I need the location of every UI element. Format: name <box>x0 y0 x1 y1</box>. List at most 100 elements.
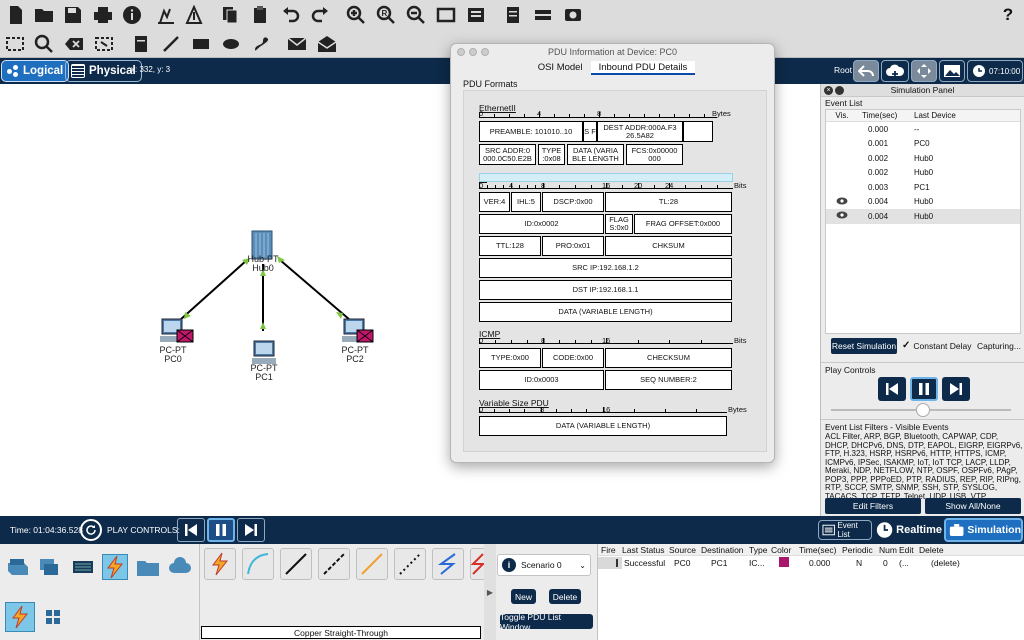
pdu-row[interactable]: Successful PC0 PC1 IC... 0.000 N 0 (... … <box>598 556 1024 570</box>
end-devices-icon[interactable] <box>37 554 63 580</box>
automatic-cable-icon[interactable] <box>204 548 236 580</box>
fiber-icon[interactable] <box>356 548 388 580</box>
undo-icon[interactable] <box>280 4 302 26</box>
network-info-icon[interactable] <box>532 4 554 26</box>
event-row[interactable]: 0.004 Hub0 <box>826 195 1020 210</box>
miscellaneous-icon[interactable] <box>135 554 161 580</box>
pc2-device[interactable] <box>342 317 378 347</box>
notes-icon[interactable] <box>502 4 524 26</box>
help-button[interactable]: ? <box>997 4 1019 26</box>
draw-line-icon[interactable] <box>160 33 182 55</box>
zoom-reset-icon[interactable]: R <box>375 4 397 26</box>
select-icon[interactable] <box>4 33 26 55</box>
redo-icon[interactable] <box>309 4 331 26</box>
event-row[interactable]: 0.002 Hub0 <box>826 151 1020 166</box>
bottom-step-forward-button[interactable] <box>237 518 265 542</box>
activity-wizard-icon[interactable] <box>155 4 177 26</box>
scenario-info-icon[interactable]: i <box>502 558 516 572</box>
info-icon[interactable] <box>121 4 143 26</box>
copy-icon[interactable] <box>219 4 241 26</box>
eye-icon[interactable] <box>826 197 858 207</box>
multiuser-icon[interactable] <box>167 554 193 580</box>
event-row[interactable]: 0.003 PC1 <box>826 180 1020 195</box>
col-time[interactable]: Time(sec) <box>858 111 908 120</box>
copper-cross-over-icon[interactable] <box>318 548 350 580</box>
step-forward-button[interactable] <box>942 377 970 401</box>
print-icon[interactable] <box>92 4 114 26</box>
pdu-list-table[interactable]: Fire Last Status Source Destination Type… <box>597 544 1024 640</box>
col-last-status[interactable]: Last Status <box>622 545 669 555</box>
move-object-button[interactable] <box>911 60 937 82</box>
col-periodic[interactable]: Periodic <box>842 545 879 555</box>
back-button[interactable] <box>853 60 879 82</box>
draw-ellipse-icon[interactable] <box>220 33 242 55</box>
col-num[interactable]: Num <box>879 545 899 555</box>
close-panel-icon[interactable]: × <box>824 86 833 95</box>
col-fire[interactable]: Fire <box>598 545 622 555</box>
col-vis[interactable]: Vis. <box>826 111 858 120</box>
bottom-pause-button[interactable] <box>207 518 235 542</box>
pc1-device[interactable] <box>252 339 276 365</box>
copper-straight-through-icon[interactable] <box>280 548 312 580</box>
col-type[interactable]: Type <box>749 545 771 555</box>
event-list-table[interactable]: Vis. Time(sec) Last Device 0.000 -- 0.001 P… <box>825 109 1021 334</box>
edit-filters-button[interactable]: Edit Filters <box>825 498 921 514</box>
event-row[interactable]: 0.002 Hub0 <box>826 166 1020 181</box>
custom-device-icon[interactable] <box>465 4 487 26</box>
bottom-step-back-button[interactable] <box>177 518 205 542</box>
new-cluster-button[interactable] <box>881 60 909 82</box>
show-all-none-button[interactable]: Show All/None <box>925 498 1021 514</box>
components-icon[interactable] <box>70 554 96 580</box>
event-row[interactable]: 0.001 PC0 <box>826 137 1020 152</box>
tab-osi-model[interactable]: OSI Model <box>530 61 591 75</box>
delete-scenario-button[interactable]: Delete <box>549 589 581 604</box>
freeform-icon[interactable] <box>250 33 272 55</box>
reset-time-button[interactable] <box>80 519 102 541</box>
screenshot-icon[interactable] <box>562 4 584 26</box>
tab-inbound-pdu-details[interactable]: Inbound PDU Details <box>590 61 696 75</box>
console-cable-icon[interactable] <box>242 548 274 580</box>
zoom-in-icon[interactable] <box>345 4 367 26</box>
draw-rectangle-icon[interactable] <box>190 33 212 55</box>
pdu-delete[interactable]: (delete) <box>919 558 960 568</box>
zoom-window-icon[interactable] <box>481 48 489 56</box>
event-row[interactable]: 0.000 -- <box>826 122 1020 137</box>
drawing-palette-icon[interactable] <box>435 4 457 26</box>
realtime-mode-button[interactable]: Realtime <box>876 519 942 541</box>
pdu-edit[interactable]: (... <box>899 558 919 568</box>
col-source[interactable]: Source <box>669 545 701 555</box>
col-delete[interactable]: Delete <box>919 545 949 555</box>
tab-logical[interactable]: Logical <box>1 60 70 82</box>
reset-simulation-button[interactable]: Reset Simulation <box>831 338 897 354</box>
step-back-button[interactable] <box>878 377 906 401</box>
activity-icon[interactable] <box>183 4 205 26</box>
simulation-mode-button[interactable]: Simulation <box>944 518 1023 542</box>
new-scenario-button[interactable]: New <box>511 589 536 604</box>
network-devices-icon[interactable] <box>5 554 31 580</box>
undock-panel-icon[interactable] <box>835 86 844 95</box>
connections-subcategory-icon[interactable] <box>5 602 35 632</box>
col-destination[interactable]: Destination <box>701 545 749 555</box>
event-list-toggle-button[interactable]: Event List <box>818 520 872 540</box>
resize-shape-icon[interactable] <box>93 33 115 55</box>
eye-icon[interactable] <box>826 211 858 221</box>
pc0-device[interactable] <box>160 317 196 347</box>
root-label[interactable]: Root <box>834 65 852 75</box>
paste-icon[interactable] <box>250 4 272 26</box>
scenario-select[interactable]: i Scenario 0 ⌄ <box>497 554 591 576</box>
close-window-icon[interactable] <box>457 48 465 56</box>
add-simple-pdu-icon[interactable] <box>286 33 308 55</box>
add-complex-pdu-icon[interactable] <box>316 33 338 55</box>
viewport-time-button[interactable]: 07:10:00 <box>967 60 1023 82</box>
event-row[interactable]: 0.004 Hub0 <box>826 209 1020 224</box>
pdu-window-titlebar[interactable]: PDU Information at Device: PC0 <box>451 44 774 60</box>
minimize-window-icon[interactable] <box>469 48 477 56</box>
grid-view-icon[interactable] <box>40 604 66 630</box>
pause-button[interactable] <box>910 377 938 401</box>
phone-cable-icon[interactable] <box>394 548 426 580</box>
speed-slider-handle[interactable] <box>916 403 930 417</box>
set-background-button[interactable] <box>939 60 965 82</box>
toggle-pdu-list-button[interactable]: Toggle PDU List Window <box>500 612 593 632</box>
col-time[interactable]: Time(sec) <box>799 545 842 555</box>
connections-icon[interactable] <box>102 554 128 580</box>
